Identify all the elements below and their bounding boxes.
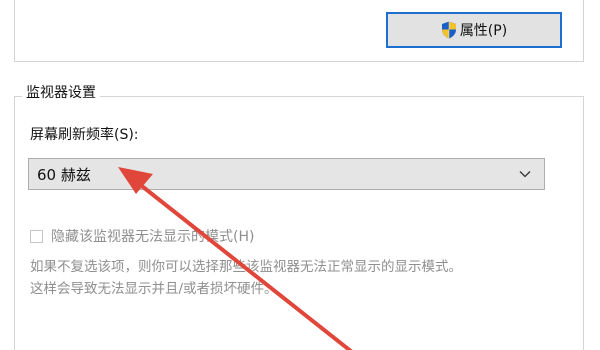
display-adapter-monitor-settings: 属性(P) 监视器设置 屏幕刷新频率(S): 60 赫兹 隐藏该监视器无法显示的… bbox=[0, 0, 600, 350]
refresh-rate-label: 屏幕刷新频率(S): bbox=[30, 127, 139, 143]
refresh-rate-value: 60 赫兹 bbox=[37, 165, 91, 184]
hide-modes-description: 如果不复选该项，则你可以选择那些该监视器无法正常显示的显示模式。 这样会导致无法… bbox=[30, 256, 570, 300]
chevron-down-icon bbox=[519, 171, 531, 178]
uac-shield-icon bbox=[441, 21, 456, 39]
hide-modes-label: 隐藏该监视器无法显示的模式(H) bbox=[51, 229, 255, 245]
description-line-1: 如果不复选该项，则你可以选择那些该监视器无法正常显示的显示模式。 bbox=[30, 259, 462, 275]
description-line-2: 这样会导致无法显示并且/或者损坏硬件。 bbox=[30, 281, 278, 297]
hide-modes-option[interactable]: 隐藏该监视器无法显示的模式(H) bbox=[30, 226, 254, 246]
properties-button-label: 属性(P) bbox=[459, 23, 508, 39]
hide-modes-checkbox[interactable] bbox=[30, 229, 43, 243]
monitor-settings-legend: 监视器设置 bbox=[22, 82, 100, 102]
properties-button[interactable]: 属性(P) bbox=[386, 12, 562, 48]
properties-button-content: 属性(P) bbox=[441, 20, 507, 40]
refresh-rate-select[interactable]: 60 赫兹 bbox=[28, 158, 545, 190]
